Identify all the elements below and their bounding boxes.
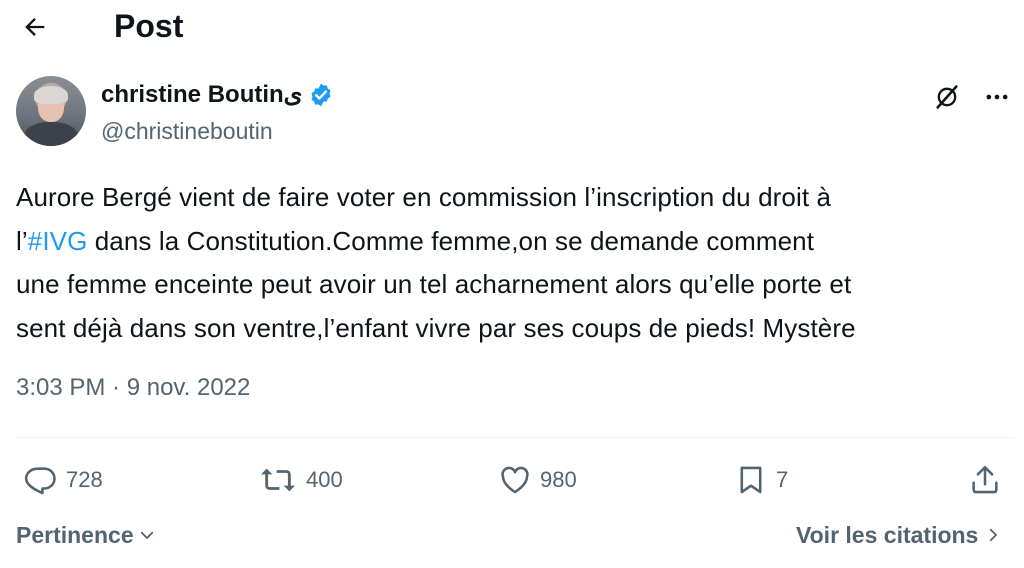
page-title: Post [114,8,184,44]
grok-button[interactable] [930,82,964,112]
bookmark-button[interactable]: 7 [734,461,788,499]
share-icon [972,465,998,494]
tweet-text-part: dans la Constitution.Comme femme,on se d… [16,225,856,343]
heart-icon [501,466,529,494]
chevron-down-icon [140,531,153,539]
view-quotes-label: Voir les citations [796,522,979,548]
more-horizontal-icon [986,94,1008,100]
author-name[interactable]: christine Boutinی [101,80,302,110]
bookmark-count: 7 [776,467,789,492]
like-count: 980 [540,467,577,492]
reply-count: 728 [66,467,103,492]
repost-icon [261,468,295,492]
avatar[interactable] [16,76,86,146]
reply-button[interactable]: 728 [24,461,103,499]
divider [16,437,1014,438]
repost-count: 400 [306,467,343,492]
author-handle[interactable]: @christineboutin [101,116,273,146]
sort-label: Pertinence [16,522,134,548]
like-button[interactable]: 980 [498,461,577,499]
view-quotes-link[interactable]: Voir les citations [796,520,1002,550]
author-name-row[interactable]: christine Boutinی [101,80,334,110]
repost-button[interactable]: 400 [258,461,343,499]
more-options-button[interactable] [980,82,1014,112]
bookmark-icon [740,466,762,494]
reply-icon [24,467,56,495]
back-button[interactable] [18,10,52,44]
grok-icon [936,85,958,109]
verified-badge-icon [311,83,332,107]
hashtag-link[interactable]: #IVG [28,226,88,256]
chevron-right-icon [990,528,998,542]
share-button[interactable] [968,461,1002,499]
sort-dropdown[interactable]: Pertinence [16,520,156,550]
tweet-text: Aurore Bergé vient de faire voter en com… [16,176,1006,350]
arrow-left-icon [25,18,45,36]
tweet-timestamp[interactable]: 3:03 PM · 9 nov. 2022 [16,373,250,403]
